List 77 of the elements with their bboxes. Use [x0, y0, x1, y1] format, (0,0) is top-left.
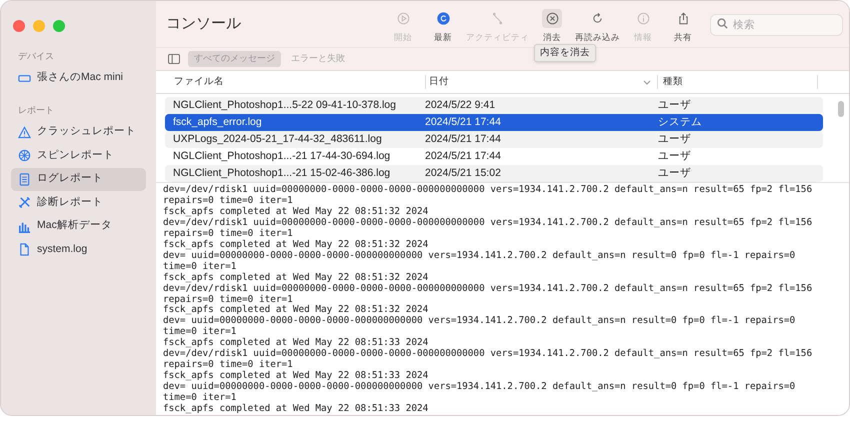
zoom-window-button[interactable] — [53, 20, 65, 32]
log-line: time=0 iter=1 — [163, 262, 236, 272]
minimize-window-button[interactable] — [33, 20, 45, 32]
column-header[interactable]: 種類 — [658, 74, 818, 90]
table-row[interactable]: fsck_apfs_error.log 2024/5/21 17:44 システム — [165, 114, 823, 131]
reload-icon — [591, 12, 604, 25]
sidebar-item[interactable]: スピンレポート — [11, 144, 146, 168]
table-cell-text: 2024/5/21 17:44 — [424, 114, 502, 130]
table-cell-text: ユーザ — [657, 148, 692, 164]
log-line: dev= uuid=00000000-0000-0000-0000-000000000000 vers=1934.141.2.700.2 default_ans=n result=0 fp=0 fl=-1 repairs=0 — [163, 250, 796, 262]
wheel-icon — [18, 149, 31, 162]
close-window-button[interactable] — [13, 20, 25, 32]
table-row[interactable]: UXPLogs_2024-05-21_17-44-32_483611.log 2024/5/21 17:44 ユーザ — [165, 131, 823, 148]
column-header[interactable]: 日付 — [426, 74, 658, 90]
log-line: fsck_apfs completed at Wed May 22 08:51:32 2024 — [163, 206, 428, 218]
log-line: time=0 iter=1 — [163, 393, 236, 404]
log-line: fsck_apfs completed at Wed May 22 08:51:33 2024 — [163, 338, 428, 349]
log-line: dev=/dev/rdisk1 uuid=00000000-0000-0000-0000-000000000000 vers=1934.141.2.700.2 default_ans=n result=65 fp=2 fl=156 — [163, 218, 812, 228]
tools-icon — [18, 196, 31, 210]
log-line: dev=/dev/rdisk1 uuid=00000000-0000-0000-0000-000000000000 vers=1934.141.2.700.2 default_ans=n result=65 fp=2 fl=156 — [163, 284, 812, 294]
sidebar-item[interactable]: クラッシュレポート — [11, 120, 146, 144]
info-icon — [636, 12, 650, 25]
log-line: time=0 iter=1 — [163, 327, 236, 338]
log-line: dev=/dev/rdisk1 uuid=00000000-0000-0000-0000-000000000000 vers=1934.141.2.700.2 default_ans=n result=65 fp=2 fl=156 — [163, 349, 812, 360]
chevron-down-icon — [643, 80, 651, 84]
table-cell-text: ユーザ — [657, 166, 692, 181]
arrow-circle-icon — [436, 12, 450, 25]
toolbar-button[interactable]: 再読み込み — [573, 8, 622, 44]
sidebar-toggle-icon[interactable] — [168, 54, 180, 64]
sidebar-item[interactable]: Mac解析データ — [11, 214, 146, 238]
sidebar-item[interactable]: 張さんのMac mini — [11, 66, 146, 90]
sidebar-item[interactable]: 診断レポート — [11, 191, 146, 214]
column-header[interactable]: ファイル名 — [156, 74, 426, 90]
table-cell-text: システム — [657, 114, 703, 130]
section-heading: デバイス — [17, 50, 54, 63]
table-cell-text: UXPLogs_2024-05-21_17-44-32_483611.log — [172, 132, 383, 147]
clear-icon — [546, 12, 558, 25]
toolbar-button[interactable]: 消去 — [533, 8, 571, 44]
tooltip: 内容を消去 — [534, 44, 596, 62]
log-line: dev=/dev/rdisk1 uuid=00000000-0000-0000-0000-000000000000 vers=1934.141.2.700.2 default_ans=n result=65 fp=2 fl=156 — [163, 185, 812, 196]
log-line: fsck_apfs completed at Wed May 22 08:51:32 2024 — [163, 272, 428, 283]
table-cell-text: NGLClient_Photoshop1...-21 17-44-30-694.log — [172, 148, 392, 164]
search-field[interactable]: 検索 — [710, 14, 843, 36]
play-icon — [396, 12, 410, 25]
table-cell-text: ユーザ — [657, 98, 692, 113]
table-cell-text: 2024/5/21 17:44 — [424, 132, 502, 147]
table-cell-text: NGLClient_Photoshop1...-21 15-02-46-386.log — [172, 166, 392, 181]
window-title: コンソール — [166, 14, 242, 34]
file-icon — [18, 243, 31, 256]
log-line: fsck_apfs completed at Wed May 22 08:51:33 2024 — [163, 404, 428, 415]
table-cell-text: 2024/5/22 9:41 — [424, 98, 496, 113]
log-line: repairs=0 time=0 iter=1 — [163, 294, 293, 305]
share-icon — [676, 12, 690, 25]
sidebar-item[interactable]: system.log — [11, 238, 146, 262]
log-line: fsck_apfs completed at Wed May 22 08:51:33 2024 — [163, 371, 428, 382]
document-icon — [18, 172, 31, 186]
log-line: repairs=0 time=0 iter=1 — [163, 196, 293, 206]
log-line: repairs=0 time=0 iter=1 — [163, 228, 293, 240]
sidebar-item[interactable]: ログレポート — [11, 168, 146, 191]
table-cell-text: ユーザ — [657, 132, 692, 147]
warning-icon — [18, 126, 31, 139]
table-cell-text: NGLClient_Photoshop1...5-22 09-41-10-378.log — [172, 98, 397, 113]
log-line: dev= uuid=00000000-0000-0000-0000-000000000000 vers=1934.141.2.700.2 default_ans=n result=0 fp=0 fl=-1 repairs=0 — [163, 316, 796, 326]
toolbar-button[interactable]: 最新 — [424, 8, 462, 44]
log-line: repairs=0 time=0 iter=1 — [163, 360, 293, 370]
log-line: fsck_apfs completed at Wed May 22 08:51:32 2024 — [163, 240, 428, 250]
log-line: dev= uuid=00000000-0000-0000-0000-000000000000 vers=1934.141.2.700.2 default_ans=n result=0 fp=0 fl=-1 repairs=0 — [163, 382, 796, 392]
scrollbar-thumb[interactable] — [838, 101, 844, 117]
table-cell-text: 2024/5/21 15:02 — [424, 166, 502, 181]
table-cell-text: fsck_apfs_error.log — [172, 114, 263, 130]
log-line: fsck_apfs completed at Wed May 22 08:51:32 2024 — [163, 305, 428, 316]
toolbar-button[interactable]: 共有 — [664, 8, 702, 44]
table-cell-text: 2024/5/21 17:44 — [424, 148, 502, 164]
activity-icon — [491, 12, 504, 25]
table-row[interactable]: NGLClient_Photoshop1...-21 15-02-46-386.log 2024/5/21 15:02 ユーザ — [165, 165, 823, 182]
section-heading: レポート — [17, 104, 54, 117]
table-row[interactable]: NGLClient_Photoshop1...5-22 09-41-10-378.log 2024/5/22 9:41 ユーザ — [165, 97, 823, 114]
